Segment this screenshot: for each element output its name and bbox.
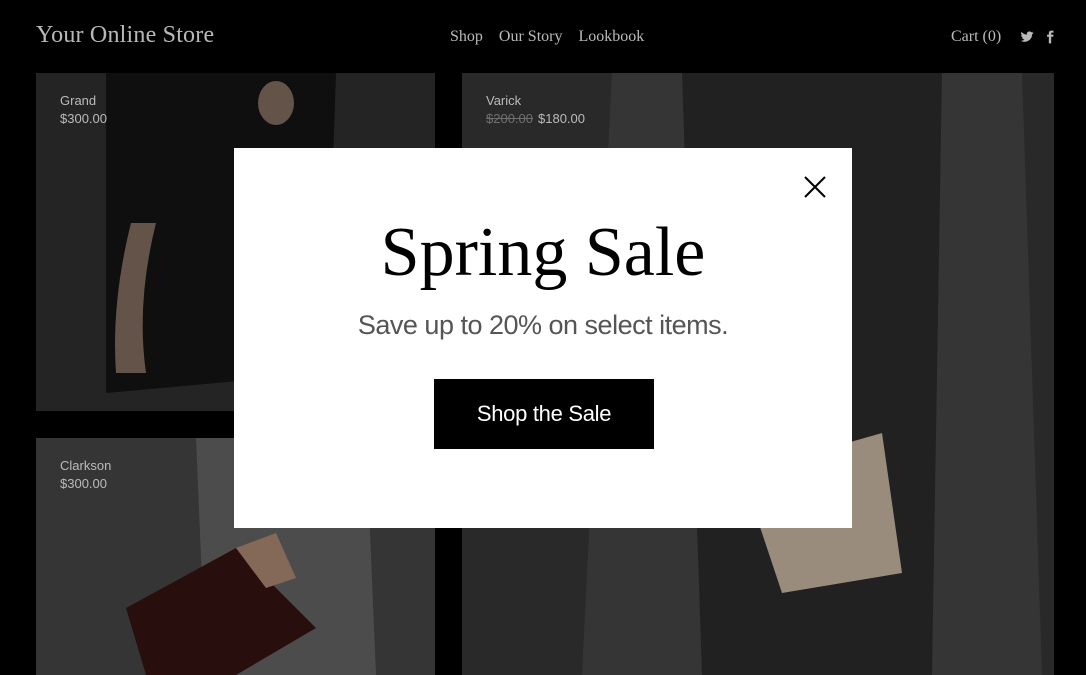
popup-subtitle: Save up to 20% on select items. xyxy=(357,310,729,340)
popup-title: Spring Sale xyxy=(380,214,706,291)
close-icon[interactable] xyxy=(800,172,830,202)
sale-popup: Spring Sale Save up to 20% on select ite… xyxy=(234,148,852,528)
shop-the-sale-button[interactable]: Shop the Sale xyxy=(434,379,654,449)
